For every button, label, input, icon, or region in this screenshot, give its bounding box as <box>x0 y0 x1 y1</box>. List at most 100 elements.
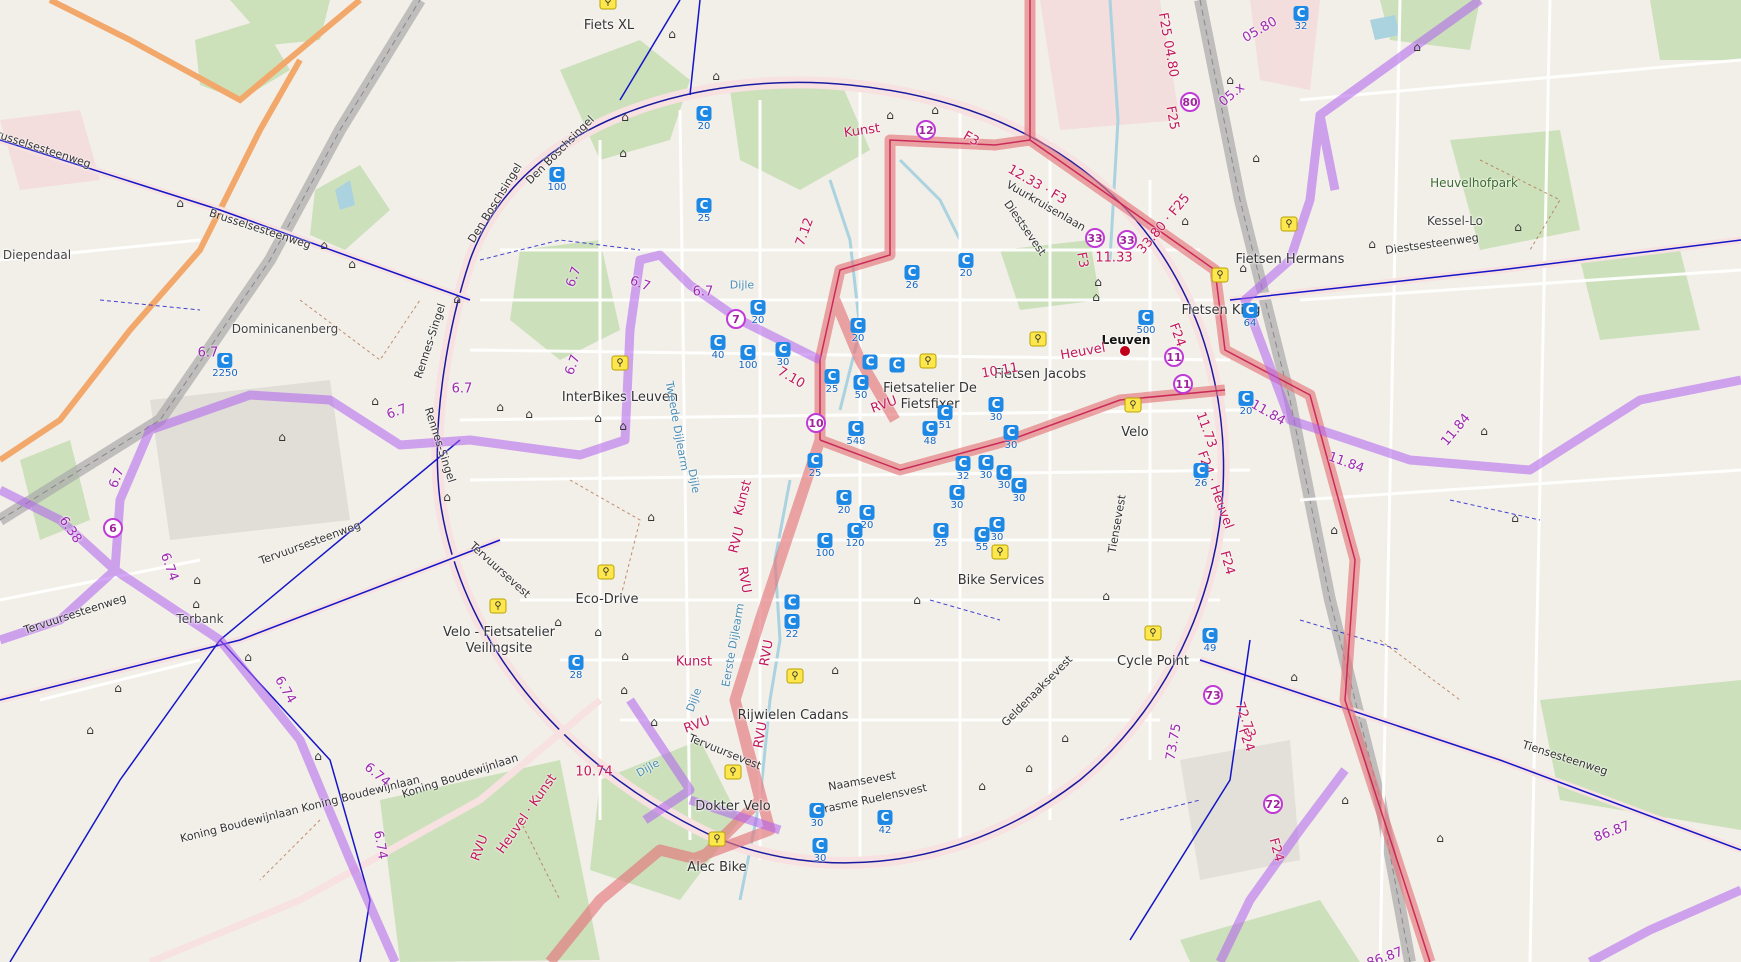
shelter-icon: ⌂ <box>1511 511 1519 525</box>
shelter-icon: ⌂ <box>621 649 629 663</box>
bicycle-shop-icon[interactable]: ⚲ <box>611 355 629 371</box>
junction-node[interactable]: 33 <box>1085 228 1105 248</box>
bicycle-shop-icon[interactable]: ⚲ <box>786 668 804 684</box>
bicycle-shop-icon[interactable]: ⚲ <box>991 544 1009 560</box>
shelter-icon: ⌂ <box>1330 523 1338 537</box>
shelter-icon: ⌂ <box>496 400 504 414</box>
bicycle-parking-icon[interactable]: C 30 <box>988 397 1004 423</box>
bicycle-parking-icon[interactable]: C 100 <box>547 167 567 193</box>
bicycle-parking-icon[interactable]: C 26 <box>1193 463 1209 489</box>
bicycle-parking-icon[interactable]: C 32 <box>955 456 971 482</box>
bicycle-shop-icon[interactable]: ⚲ <box>708 831 726 847</box>
junction-node[interactable]: 72 <box>1263 794 1283 814</box>
bicycle-parking-icon[interactable]: C 30 <box>996 465 1012 491</box>
junction-node[interactable]: 73 <box>1203 685 1223 705</box>
parking-capacity: 51 <box>938 420 952 431</box>
bicycle-parking-icon[interactable]: C 120 <box>845 523 865 549</box>
parking-letter: C <box>775 342 791 357</box>
bicycle-parking-icon[interactable]: C 40 <box>710 335 726 361</box>
shelter-icon: ⌂ <box>668 27 676 41</box>
parking-letter: C <box>958 253 974 268</box>
bicycle-shop-icon[interactable]: ⚲ <box>1124 397 1142 413</box>
bicycle-parking-icon[interactable]: C 30 <box>1003 425 1019 451</box>
bicycle-parking-icon[interactable]: C <box>862 354 878 370</box>
shelter-icon: ⌂ <box>831 663 839 677</box>
map-canvas[interactable]: Diependaal Dominicanenberg Terbank Kessel-L… <box>0 0 1741 962</box>
parking-capacity: 64 <box>1243 318 1257 329</box>
bicycle-parking-icon[interactable]: C 30 <box>989 517 1005 543</box>
bicycle-parking-icon[interactable]: C 49 <box>1202 628 1218 654</box>
junction-node[interactable]: 12 <box>916 120 936 140</box>
place-label: Dominicanenberg <box>231 322 339 336</box>
bicycle-parking-icon[interactable]: C 51 <box>937 405 953 431</box>
bicycle-parking-icon[interactable]: C 48 <box>922 421 938 447</box>
bicycle-parking-icon[interactable]: C 20 <box>958 253 974 279</box>
bicycle-parking-icon[interactable]: C 100 <box>738 345 758 371</box>
bicycle-parking-icon[interactable]: C 500 <box>1136 310 1156 336</box>
parking-letter: C <box>1003 425 1019 440</box>
bicycle-parking-icon[interactable]: C 32 <box>1293 6 1309 32</box>
shelter-icon: ⌂ <box>320 238 328 252</box>
parking-letter: C <box>696 106 712 121</box>
bicycle-parking-icon[interactable]: C 30 <box>978 455 994 481</box>
bicycle-parking-icon[interactable]: C 20 <box>850 318 866 344</box>
bicycle-parking-icon[interactable]: C 25 <box>933 523 949 549</box>
bicycle-parking-icon[interactable]: C 30 <box>1011 478 1027 504</box>
place-label: Terbank <box>176 612 224 626</box>
bicycle-parking-icon[interactable]: C 42 <box>877 810 893 836</box>
bicycle-parking-icon[interactable]: C 30 <box>949 485 965 511</box>
place-label: Kessel-Lo <box>1426 214 1484 228</box>
bicycle-parking-icon[interactable]: C 30 <box>809 803 825 829</box>
bicycle-parking-icon[interactable]: C 26 <box>904 265 920 291</box>
junction-node[interactable]: 11 <box>1164 347 1184 367</box>
bicycle-parking-icon[interactable]: C 25 <box>696 198 712 224</box>
junction-node[interactable]: 10 <box>806 413 826 433</box>
bicycle-parking-icon[interactable]: C <box>784 594 800 610</box>
bicycle-shop-icon[interactable]: ⚲ <box>489 598 507 614</box>
junction-node[interactable]: 80 <box>1180 92 1200 112</box>
bicycle-parking-icon[interactable]: C 20 <box>1238 391 1254 417</box>
bicycle-parking-icon[interactable]: C 30 <box>812 838 828 864</box>
bicycle-parking-icon[interactable]: C 22 <box>784 614 800 640</box>
parking-letter: C <box>1138 310 1154 325</box>
bicycle-parking-icon[interactable]: C 25 <box>824 369 840 395</box>
bicycle-parking-icon[interactable]: C 50 <box>853 375 869 401</box>
parking-capacity: 26 <box>905 280 919 291</box>
junction-node[interactable]: 11 <box>1173 374 1193 394</box>
shelter-icon: ⌂ <box>1252 151 1260 165</box>
bicycle-shop-icon[interactable]: ⚲ <box>724 764 742 780</box>
bicycle-shop-icon[interactable]: ⚲ <box>919 353 937 369</box>
bicycle-shop-label: Rijwielen Cadans <box>737 708 849 723</box>
junction-node[interactable]: 33 <box>1117 230 1137 250</box>
parking-letter: C <box>850 318 866 333</box>
bicycle-parking-icon[interactable]: C 20 <box>836 490 852 516</box>
bicycle-parking-icon[interactable]: C 28 <box>568 655 584 681</box>
bicycle-parking-icon[interactable]: C 20 <box>696 106 712 132</box>
bicycle-shop-label: Dokter Velo <box>695 799 771 814</box>
bicycle-shop-icon[interactable]: ⚲ <box>599 0 617 10</box>
bicycle-parking-icon[interactable]: C 25 <box>807 453 823 479</box>
bicycle-parking-icon[interactable]: C 20 <box>750 300 766 326</box>
junction-node[interactable]: 7 <box>726 309 746 329</box>
route-label: F3 <box>1073 250 1091 270</box>
bicycle-parking-icon[interactable]: C 2250 <box>212 353 238 379</box>
bicycle-parking-icon[interactable]: C 55 <box>974 527 990 553</box>
bicycle-parking-icon[interactable]: C 64 <box>1242 303 1258 329</box>
train-station-icon[interactable] <box>1119 345 1131 357</box>
bicycle-parking-icon[interactable]: C 100 <box>815 533 835 559</box>
shelter-icon: ⌂ <box>1436 831 1444 845</box>
parking-letter: C <box>1242 303 1258 318</box>
bicycle-parking-icon[interactable]: C <box>889 357 905 373</box>
junction-node[interactable]: 6 <box>103 518 123 538</box>
bicycle-shop-icon[interactable]: ⚲ <box>1211 267 1229 283</box>
bicycle-shop-icon[interactable]: ⚲ <box>1280 216 1298 232</box>
bicycle-shop-icon[interactable]: ⚲ <box>1144 625 1162 641</box>
parking-letter: C <box>877 810 893 825</box>
shelter-icon: ⌂ <box>1413 40 1421 54</box>
bicycle-shop-icon[interactable]: ⚲ <box>597 564 615 580</box>
bicycle-parking-icon[interactable]: C 548 <box>846 421 866 447</box>
parking-letter: C <box>988 397 1004 412</box>
bicycle-shop-icon[interactable]: ⚲ <box>1029 331 1047 347</box>
parking-letter: C <box>817 533 833 548</box>
bicycle-parking-icon[interactable]: C 30 <box>775 342 791 368</box>
